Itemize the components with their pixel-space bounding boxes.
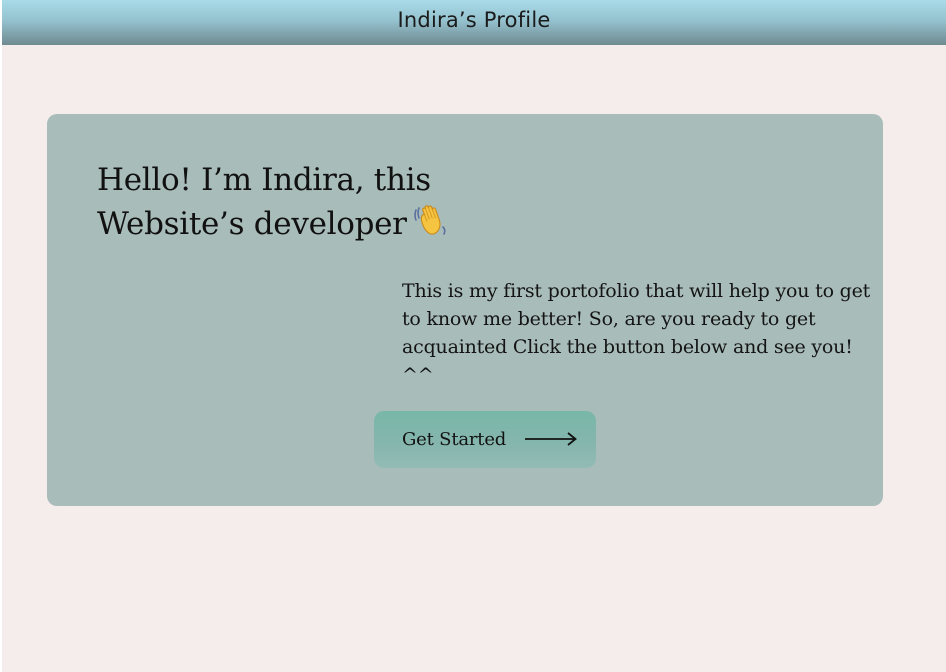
get-started-button[interactable]: Get Started — [374, 411, 596, 468]
intro-paragraph: This is my first portofolio that will he… — [402, 280, 871, 386]
hero-headline: Hello! I’m Indira, this Website’s develo… — [97, 158, 457, 249]
get-started-label: Get Started — [402, 429, 507, 450]
hero-headline-line2: Website’s developer — [97, 206, 407, 242]
hero-card: Hello! I’m Indira, this Website’s develo… — [47, 114, 883, 506]
top-header-bar: Indira’s Profile — [2, 0, 946, 45]
long-arrow-right-icon — [524, 430, 578, 452]
waving-hand-icon — [413, 203, 449, 249]
hero-headline-line1: Hello! I’m Indira, this — [97, 162, 431, 198]
page: Indira’s Profile Hello! I’m Indira, this… — [2, 0, 946, 672]
header-title: Indira’s Profile — [397, 8, 551, 32]
